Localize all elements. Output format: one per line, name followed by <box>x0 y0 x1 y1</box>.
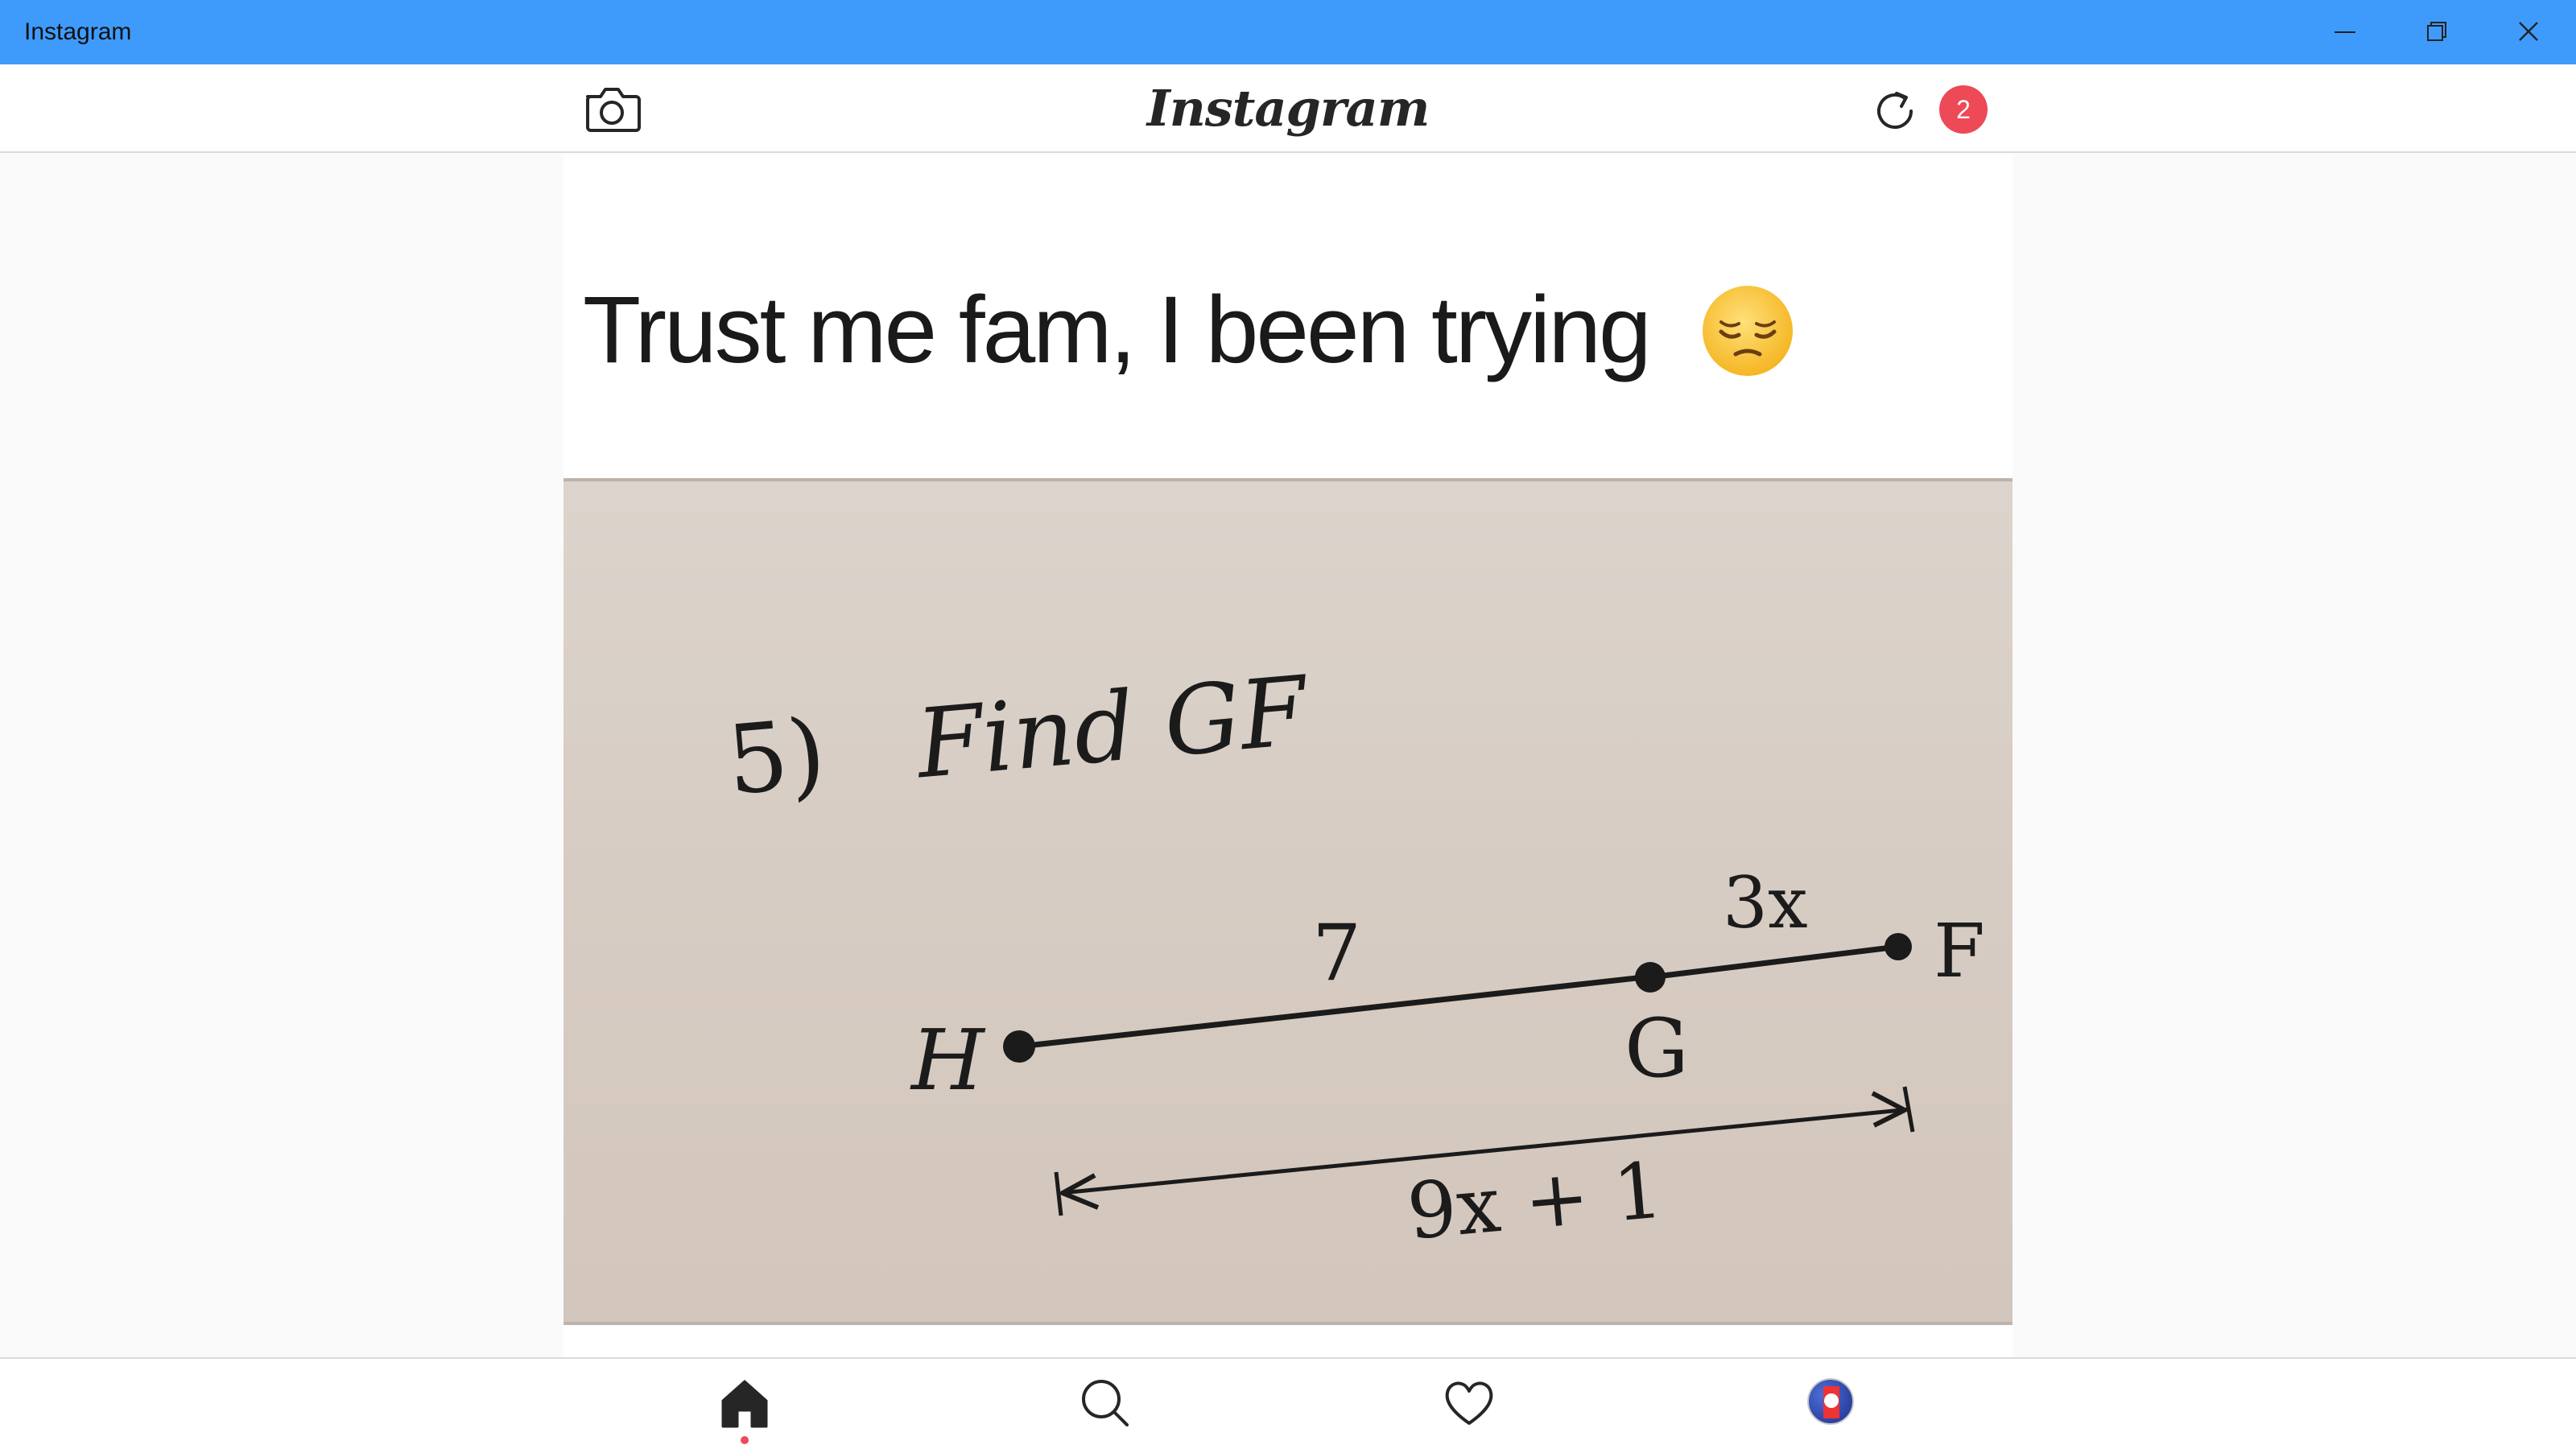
refresh-button[interactable] <box>1872 87 1918 132</box>
label-f: F <box>1934 908 1985 994</box>
post-card: Trust me fam, I been trying 5) Find GF H… <box>564 155 2013 1358</box>
nav-home[interactable] <box>716 1375 773 1431</box>
window-title: Instagram <box>24 19 132 45</box>
restore-icon <box>2427 22 2446 41</box>
refresh-icon <box>1877 92 1913 129</box>
notification-badge[interactable]: 2 <box>1939 85 1988 134</box>
label-h: H <box>911 1011 985 1109</box>
camera-icon <box>586 88 641 132</box>
restore-button[interactable] <box>2391 0 2483 64</box>
nav-profile-avatar[interactable] <box>1807 1378 1854 1425</box>
bottom-nav <box>0 1357 2576 1449</box>
point-h <box>1003 1030 1035 1063</box>
active-indicator <box>741 1436 749 1444</box>
profile-avatar-icon <box>1823 1386 1839 1418</box>
post-photo[interactable]: 5) Find GF H G F 7 3x 9x + 1 <box>564 478 2013 1325</box>
segment-gf <box>1649 943 1899 980</box>
instagram-logo: Instagram <box>1146 79 1430 138</box>
window-titlebar: Instagram <box>0 0 2576 64</box>
label-g: G <box>1624 1001 1689 1096</box>
home-icon <box>721 1380 768 1428</box>
pensive-face-emoji <box>1703 286 1793 376</box>
nav-search[interactable] <box>1077 1375 1133 1431</box>
minimize-button[interactable] <box>2299 0 2391 64</box>
post-caption: Trust me fam, I been trying <box>583 277 1652 383</box>
minimize-icon <box>2334 31 2355 33</box>
close-button[interactable] <box>2483 0 2574 64</box>
question-number: 5) <box>722 696 830 816</box>
heart-icon <box>1445 1381 1493 1425</box>
segment-label-gf: 3x <box>1723 861 1808 944</box>
app-header: Instagram 2 <box>0 64 2576 153</box>
segment-label-hg: 7 <box>1312 908 1362 998</box>
search-icon <box>1082 1380 1129 1426</box>
camera-button[interactable] <box>581 82 642 135</box>
nav-activity[interactable] <box>1441 1375 1497 1431</box>
close-icon <box>2519 22 2538 41</box>
